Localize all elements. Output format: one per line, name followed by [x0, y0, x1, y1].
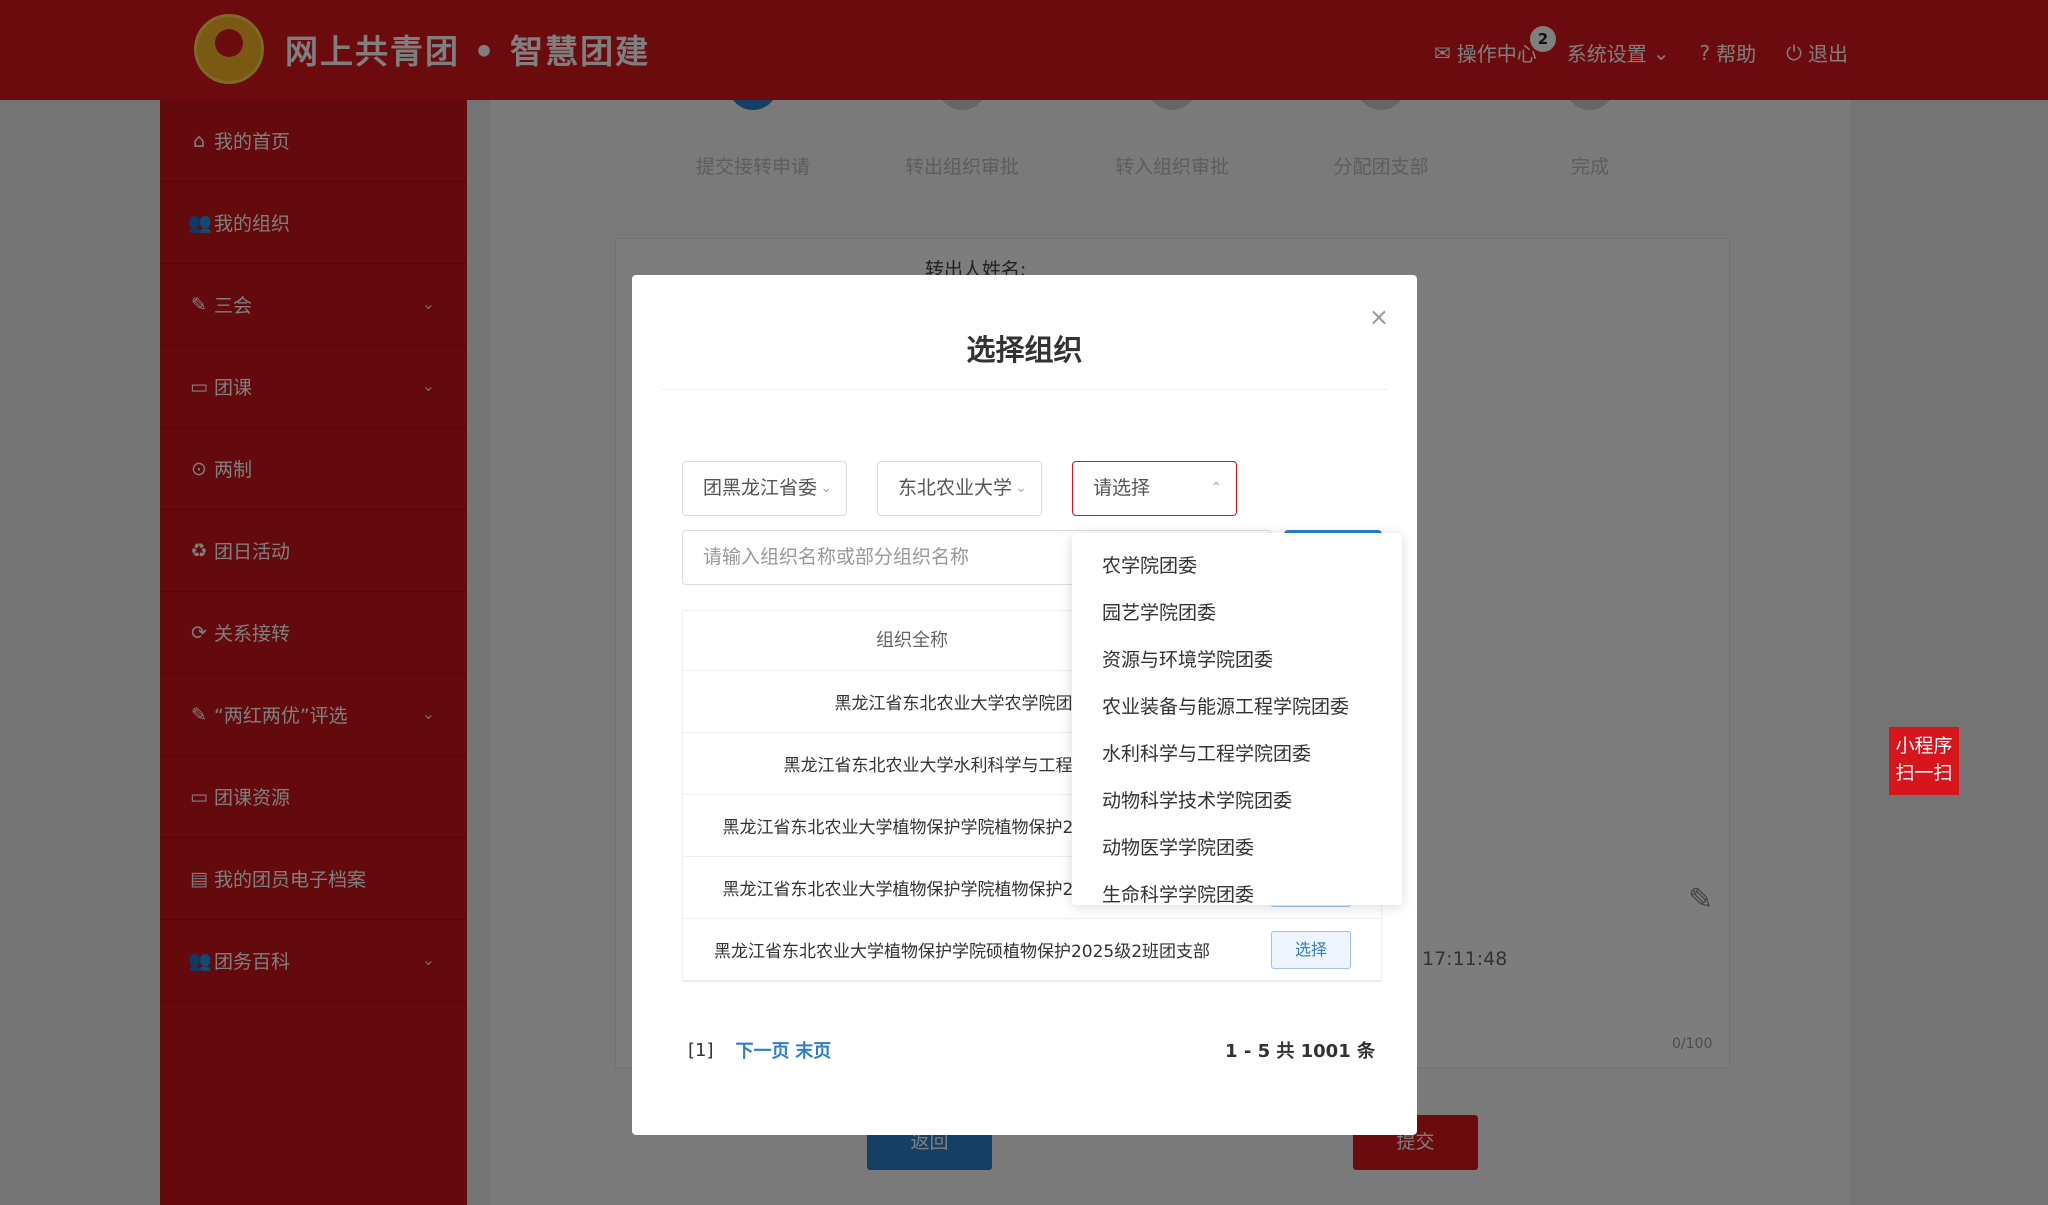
dropdown-option[interactable]: 水利科学与工程学院团委 [1072, 731, 1402, 778]
table-row: 黑龙江省东北农业大学植物保护学院硕植物保护2025级2班团支部 选择 [683, 919, 1381, 981]
dropdown-option[interactable]: 生命科学学院团委 [1072, 872, 1402, 905]
dropdown-option[interactable]: 园艺学院团委 [1072, 590, 1402, 637]
mini-program-label: 扫一扫 [1895, 762, 1953, 784]
dropdown-option[interactable]: 动物医学学院团委 [1072, 825, 1402, 872]
record-summary: 1 - 5 共 1001 条 [1225, 1041, 1375, 1062]
chevron-up-icon: ⌃ [1210, 480, 1222, 496]
pagination: [1] 下一页 末页 [688, 1037, 831, 1063]
college-select-value: 请选择 [1093, 477, 1151, 499]
divider [662, 389, 1387, 390]
dropdown-option[interactable]: 资源与环境学院团委 [1072, 637, 1402, 684]
college-dropdown-menu: 农学院团委 园艺学院团委 资源与环境学院团委 农业装备与能源工程学院团委 水利科… [1072, 533, 1402, 905]
choose-button[interactable]: 选择 [1271, 930, 1351, 969]
last-page-link[interactable]: 末页 [795, 1041, 831, 1062]
dropdown-option[interactable]: 农学院团委 [1072, 543, 1402, 590]
mini-program-label: 小程序 [1895, 735, 1953, 757]
modal-title: 选择组织 [966, 333, 1083, 367]
university-select[interactable]: 东北农业大学 ⌄ [877, 461, 1042, 516]
current-page: [1] [688, 1039, 714, 1061]
close-icon[interactable]: × [1369, 303, 1389, 331]
chevron-down-icon: ⌄ [820, 480, 832, 496]
org-name-cell: 黑龙江省东北农业大学植物保护学院硕植物保护2025级2班团支部 [713, 942, 1211, 962]
mini-program-qr-button[interactable]: 小程序 扫一扫 [1889, 727, 1959, 795]
dropdown-option[interactable]: 动物科学技术学院团委 [1072, 778, 1402, 825]
province-select-value: 团黑龙江省委 [703, 477, 818, 499]
province-select[interactable]: 团黑龙江省委 ⌄ [682, 461, 847, 516]
university-select-value: 东北农业大学 [898, 477, 1013, 499]
college-select[interactable]: 请选择 ⌃ [1072, 461, 1237, 516]
dropdown-option[interactable]: 农业装备与能源工程学院团委 [1072, 684, 1402, 731]
chevron-down-icon: ⌄ [1015, 480, 1027, 496]
next-page-link[interactable]: 下一页 [736, 1041, 790, 1062]
